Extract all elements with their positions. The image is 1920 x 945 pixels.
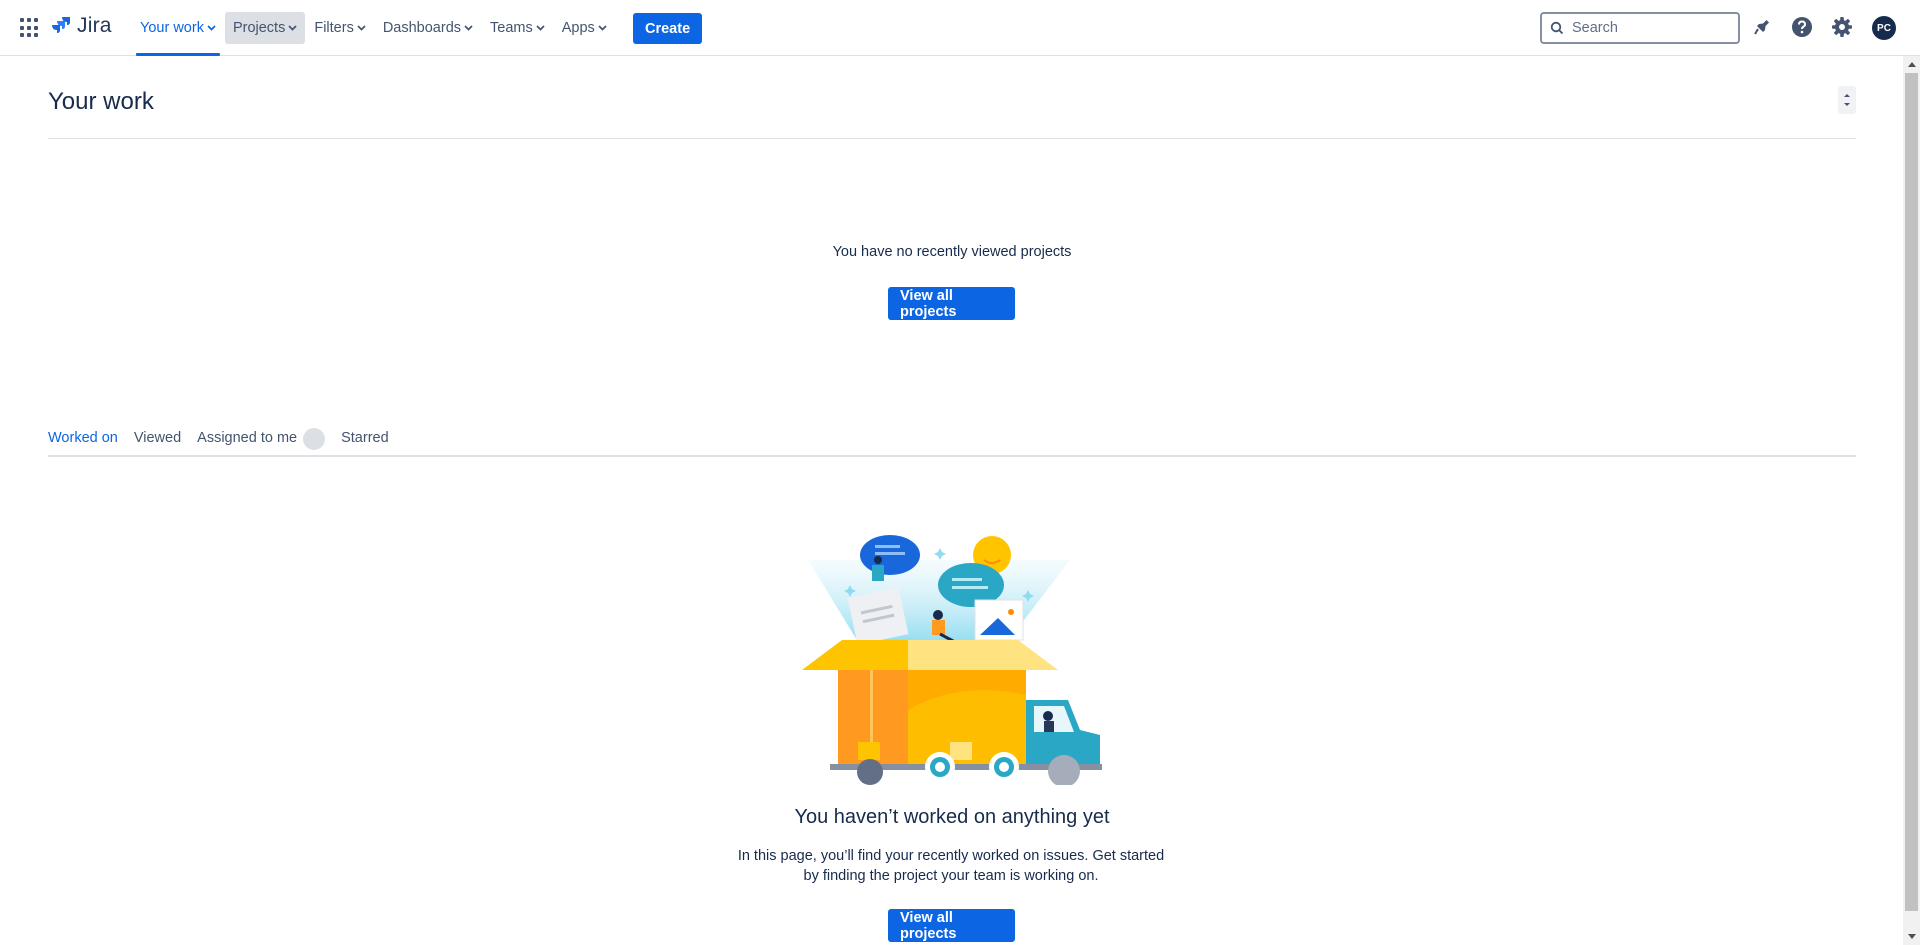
count-badge (303, 428, 326, 450)
tab-assigned-to-me[interactable]: Assigned to me (197, 428, 326, 456)
nav-projects[interactable]: Projects (224, 12, 306, 44)
search-input[interactable]: Search (1540, 12, 1740, 44)
avatar[interactable]: PC (1872, 16, 1896, 40)
chevron-down-icon (357, 25, 366, 31)
nav-dashboards[interactable]: Dashboards (375, 12, 481, 44)
tabs-divider (48, 455, 1856, 457)
nav-apps[interactable]: Apps (554, 12, 615, 44)
nav-your-work[interactable]: Your work (132, 12, 224, 56)
chevron-down-icon (464, 25, 473, 31)
page-scrollbar[interactable] (1903, 56, 1920, 945)
nav-projects-label: Projects (232, 20, 286, 36)
primary-nav: Your work Projects Filters Dashboards Te… (132, 0, 616, 56)
nav-apps-label: Apps (561, 20, 595, 36)
empty-state-description: In this page, you’ll find your recently … (737, 848, 1165, 884)
nav-teams[interactable]: Teams (482, 12, 553, 44)
app-switcher-icon[interactable] (20, 18, 40, 38)
top-navigation: Jira Your work Projects Filters Dashboar… (0, 0, 1920, 56)
search-icon (1550, 21, 1564, 35)
create-button[interactable]: Create (633, 13, 703, 44)
view-all-projects-button[interactable]: View all projects (888, 287, 1015, 320)
search-placeholder: Search (1572, 20, 1618, 36)
divider (48, 138, 1856, 139)
help-icon[interactable] (1790, 15, 1814, 39)
empty-state-illustration (802, 535, 1102, 785)
jira-logo[interactable]: Jira (50, 14, 112, 38)
nav-dashboards-label: Dashboards (382, 20, 462, 36)
nav-filters[interactable]: Filters (306, 12, 373, 44)
chevron-down-icon (536, 25, 545, 31)
app-name: Jira (77, 14, 112, 37)
tab-starred-label: Starred (341, 430, 389, 446)
empty-state-title: You haven’t worked on anything yet (794, 806, 1110, 828)
page-title: Your work (48, 88, 154, 115)
jira-logo-icon (52, 17, 70, 33)
tab-assigned-to-me-label: Assigned to me (197, 430, 298, 446)
settings-icon[interactable] (1830, 15, 1854, 39)
chevron-down-icon (288, 25, 297, 31)
work-tabs: Worked on Viewed Assigned to me Starred (48, 428, 389, 457)
chevron-down-icon (1844, 103, 1850, 106)
scroll-control[interactable] (1838, 86, 1856, 114)
chevron-down-icon (207, 25, 216, 31)
nav-filters-label: Filters (314, 20, 354, 36)
tab-viewed-label: Viewed (133, 430, 182, 446)
scroll-down-icon[interactable] (1903, 928, 1920, 945)
tab-starred[interactable]: Starred (341, 428, 389, 456)
nav-your-work-label: Your work (140, 20, 204, 36)
scroll-thumb[interactable] (1905, 73, 1918, 911)
nav-teams-label: Teams (490, 20, 533, 36)
chevron-down-icon (598, 25, 607, 31)
tab-worked-on-label: Worked on (48, 430, 118, 446)
notifications-icon[interactable] (1750, 15, 1774, 39)
tab-viewed[interactable]: Viewed (134, 428, 181, 456)
view-all-projects-button-2[interactable]: View all projects (888, 909, 1015, 942)
scroll-up-icon[interactable] (1903, 56, 1920, 73)
recent-projects-empty-text: You have no recently viewed projects (832, 244, 1072, 260)
tab-worked-on[interactable]: Worked on (48, 428, 118, 457)
chevron-up-icon (1844, 94, 1850, 97)
